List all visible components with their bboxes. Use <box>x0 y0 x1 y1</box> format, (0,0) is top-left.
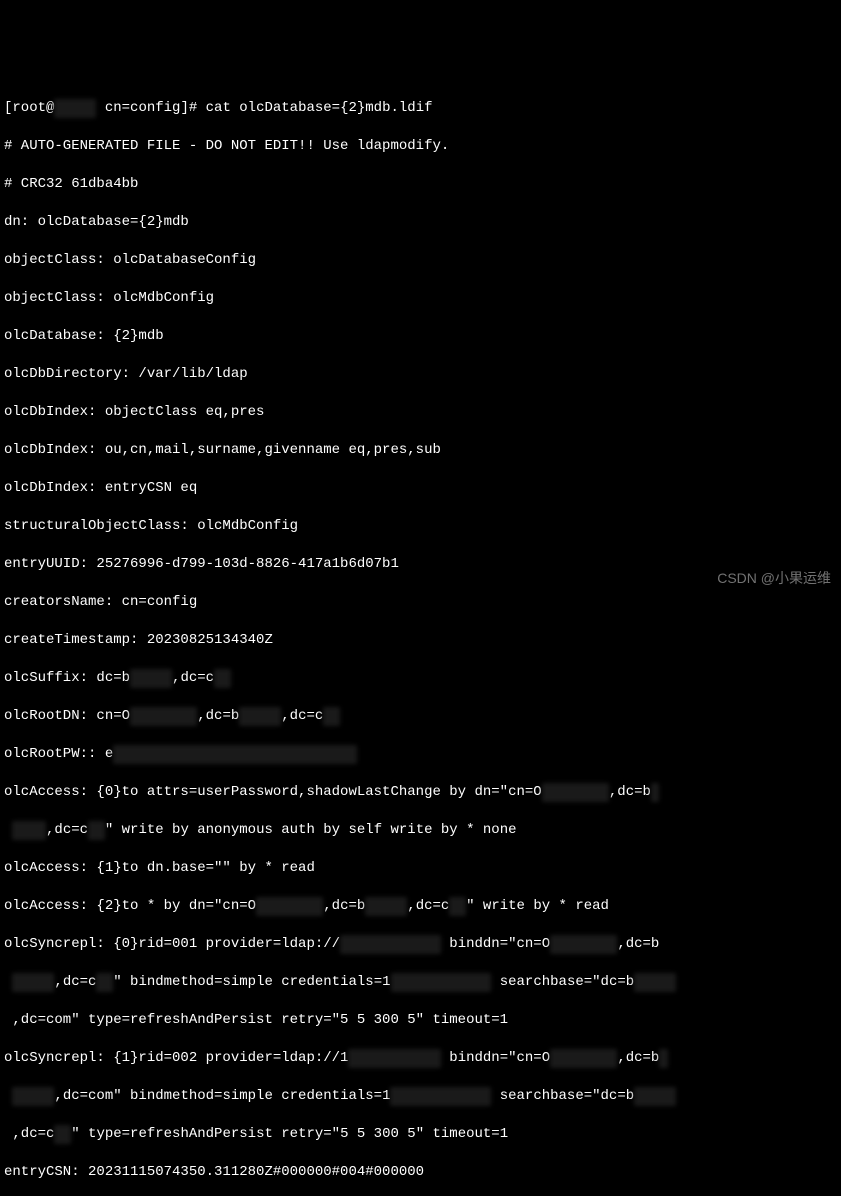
output-line: structuralObjectClass: olcMdbConfig <box>4 517 837 536</box>
redacted-text: x <box>659 1049 667 1068</box>
olcrootpw-line: olcRootPW:: exxxxxxxxxxxxxxxxxxxxxxxxxxx… <box>4 745 837 764</box>
output-line: # AUTO-GENERATED FILE - DO NOT EDIT!! Us… <box>4 137 837 156</box>
olcaccess-line: olcAccess: {2}to * by dn="cn=Oxxxxxxxx,d… <box>4 897 837 916</box>
redacted-text: xxxxx <box>12 973 54 992</box>
redacted-text: xx <box>54 1125 71 1144</box>
watermark-text: CSDN @小果运维 <box>717 569 831 588</box>
redacted-text: x <box>651 783 659 802</box>
olcaccess-line: olcAccess: {1}to dn.base="" by * read <box>4 859 837 878</box>
olcaccess-line: xxxx,dc=cxx" write by anonymous auth by … <box>4 821 837 840</box>
redacted-text: xxxxxxxx <box>256 897 323 916</box>
output-line: olcDbIndex: objectClass eq,pres <box>4 403 837 422</box>
output-line: creatorsName: cn=config <box>4 593 837 612</box>
olcsyncrepl-line: ,dc=cxx" type=refreshAndPersist retry="5… <box>4 1125 837 1144</box>
redacted-text: xxxx <box>12 821 46 840</box>
output-line: olcDbIndex: entryCSN eq <box>4 479 837 498</box>
redacted-text: xx <box>323 707 340 726</box>
output-line: olcDbDirectory: /var/lib/ldap <box>4 365 837 384</box>
redacted-text: xxxxxxxx <box>550 1049 617 1068</box>
redacted-text: xx <box>449 897 466 916</box>
olcsuffix-line: olcSuffix: dc=bxxxxx,dc=cxx <box>4 669 837 688</box>
prompt-path: cn=config]# <box>96 100 205 116</box>
redacted-text: xx <box>88 821 105 840</box>
prompt-prefix: [root@ <box>4 100 54 116</box>
redacted-text: xxxxxxxx <box>130 707 197 726</box>
redacted-text: xx <box>96 973 113 992</box>
redacted-text: xxxxxxxxxxx <box>348 1049 440 1068</box>
entrycsn-line: entryCSN: 20231115074350.311280Z#000000#… <box>4 1163 837 1182</box>
redacted-text: xxxxx <box>634 973 676 992</box>
olcaccess-line: olcAccess: {0}to attrs=userPassword,shad… <box>4 783 837 802</box>
output-line: entryUUID: 25276996-d799-103d-8826-417a1… <box>4 555 837 574</box>
hostname-redacted: xxxxx <box>54 99 96 118</box>
redacted-text: xxxxxxxxxxxxxxxxxxxxxxxxxxxxx <box>113 745 357 764</box>
redacted-text: xxxxxxxxxxxx <box>391 973 492 992</box>
olcsyncrepl-line: xxxxx,dc=com" bindmethod=simple credenti… <box>4 1087 837 1106</box>
output-line: objectClass: olcMdbConfig <box>4 289 837 308</box>
output-line: olcDbIndex: ou,cn,mail,surname,givenname… <box>4 441 837 460</box>
redacted-text: xxxxx <box>130 669 172 688</box>
redacted-text: xxxxxxxx <box>550 935 617 954</box>
redacted-text: xxxxxxxx <box>542 783 609 802</box>
command-text: cat olcDatabase={2}mdb.ldif <box>206 100 433 116</box>
redacted-text: xxxxx <box>12 1087 54 1106</box>
output-line: createTimestamp: 20230825134340Z <box>4 631 837 650</box>
olcsyncrepl-line: olcSyncrepl: {0}rid=001 provider=ldap://… <box>4 935 837 954</box>
terminal-output: [root@xxxxx cn=config]# cat olcDatabase=… <box>4 80 837 1196</box>
olcsyncrepl-line: ,dc=com" type=refreshAndPersist retry="5… <box>4 1011 837 1030</box>
redacted-text: xxxxx <box>634 1087 676 1106</box>
redacted-text: xx <box>214 669 231 688</box>
redacted-text: xxxxxxxxxxxx <box>390 1087 491 1106</box>
output-line: dn: olcDatabase={2}mdb <box>4 213 837 232</box>
output-line: olcDatabase: {2}mdb <box>4 327 837 346</box>
redacted-text: xxxxx <box>365 897 407 916</box>
command-line: [root@xxxxx cn=config]# cat olcDatabase=… <box>4 99 837 118</box>
redacted-text: xxxxx <box>239 707 281 726</box>
output-line: objectClass: olcDatabaseConfig <box>4 251 837 270</box>
olcsyncrepl-line: olcSyncrepl: {1}rid=002 provider=ldap://… <box>4 1049 837 1068</box>
olcrootdn-line: olcRootDN: cn=Oxxxxxxxx,dc=bxxxxx,dc=cxx <box>4 707 837 726</box>
redacted-text: xxxxxxxxxxxx <box>340 935 441 954</box>
olcsyncrepl-line: xxxxx,dc=cxx" bindmethod=simple credenti… <box>4 973 837 992</box>
output-line: # CRC32 61dba4bb <box>4 175 837 194</box>
